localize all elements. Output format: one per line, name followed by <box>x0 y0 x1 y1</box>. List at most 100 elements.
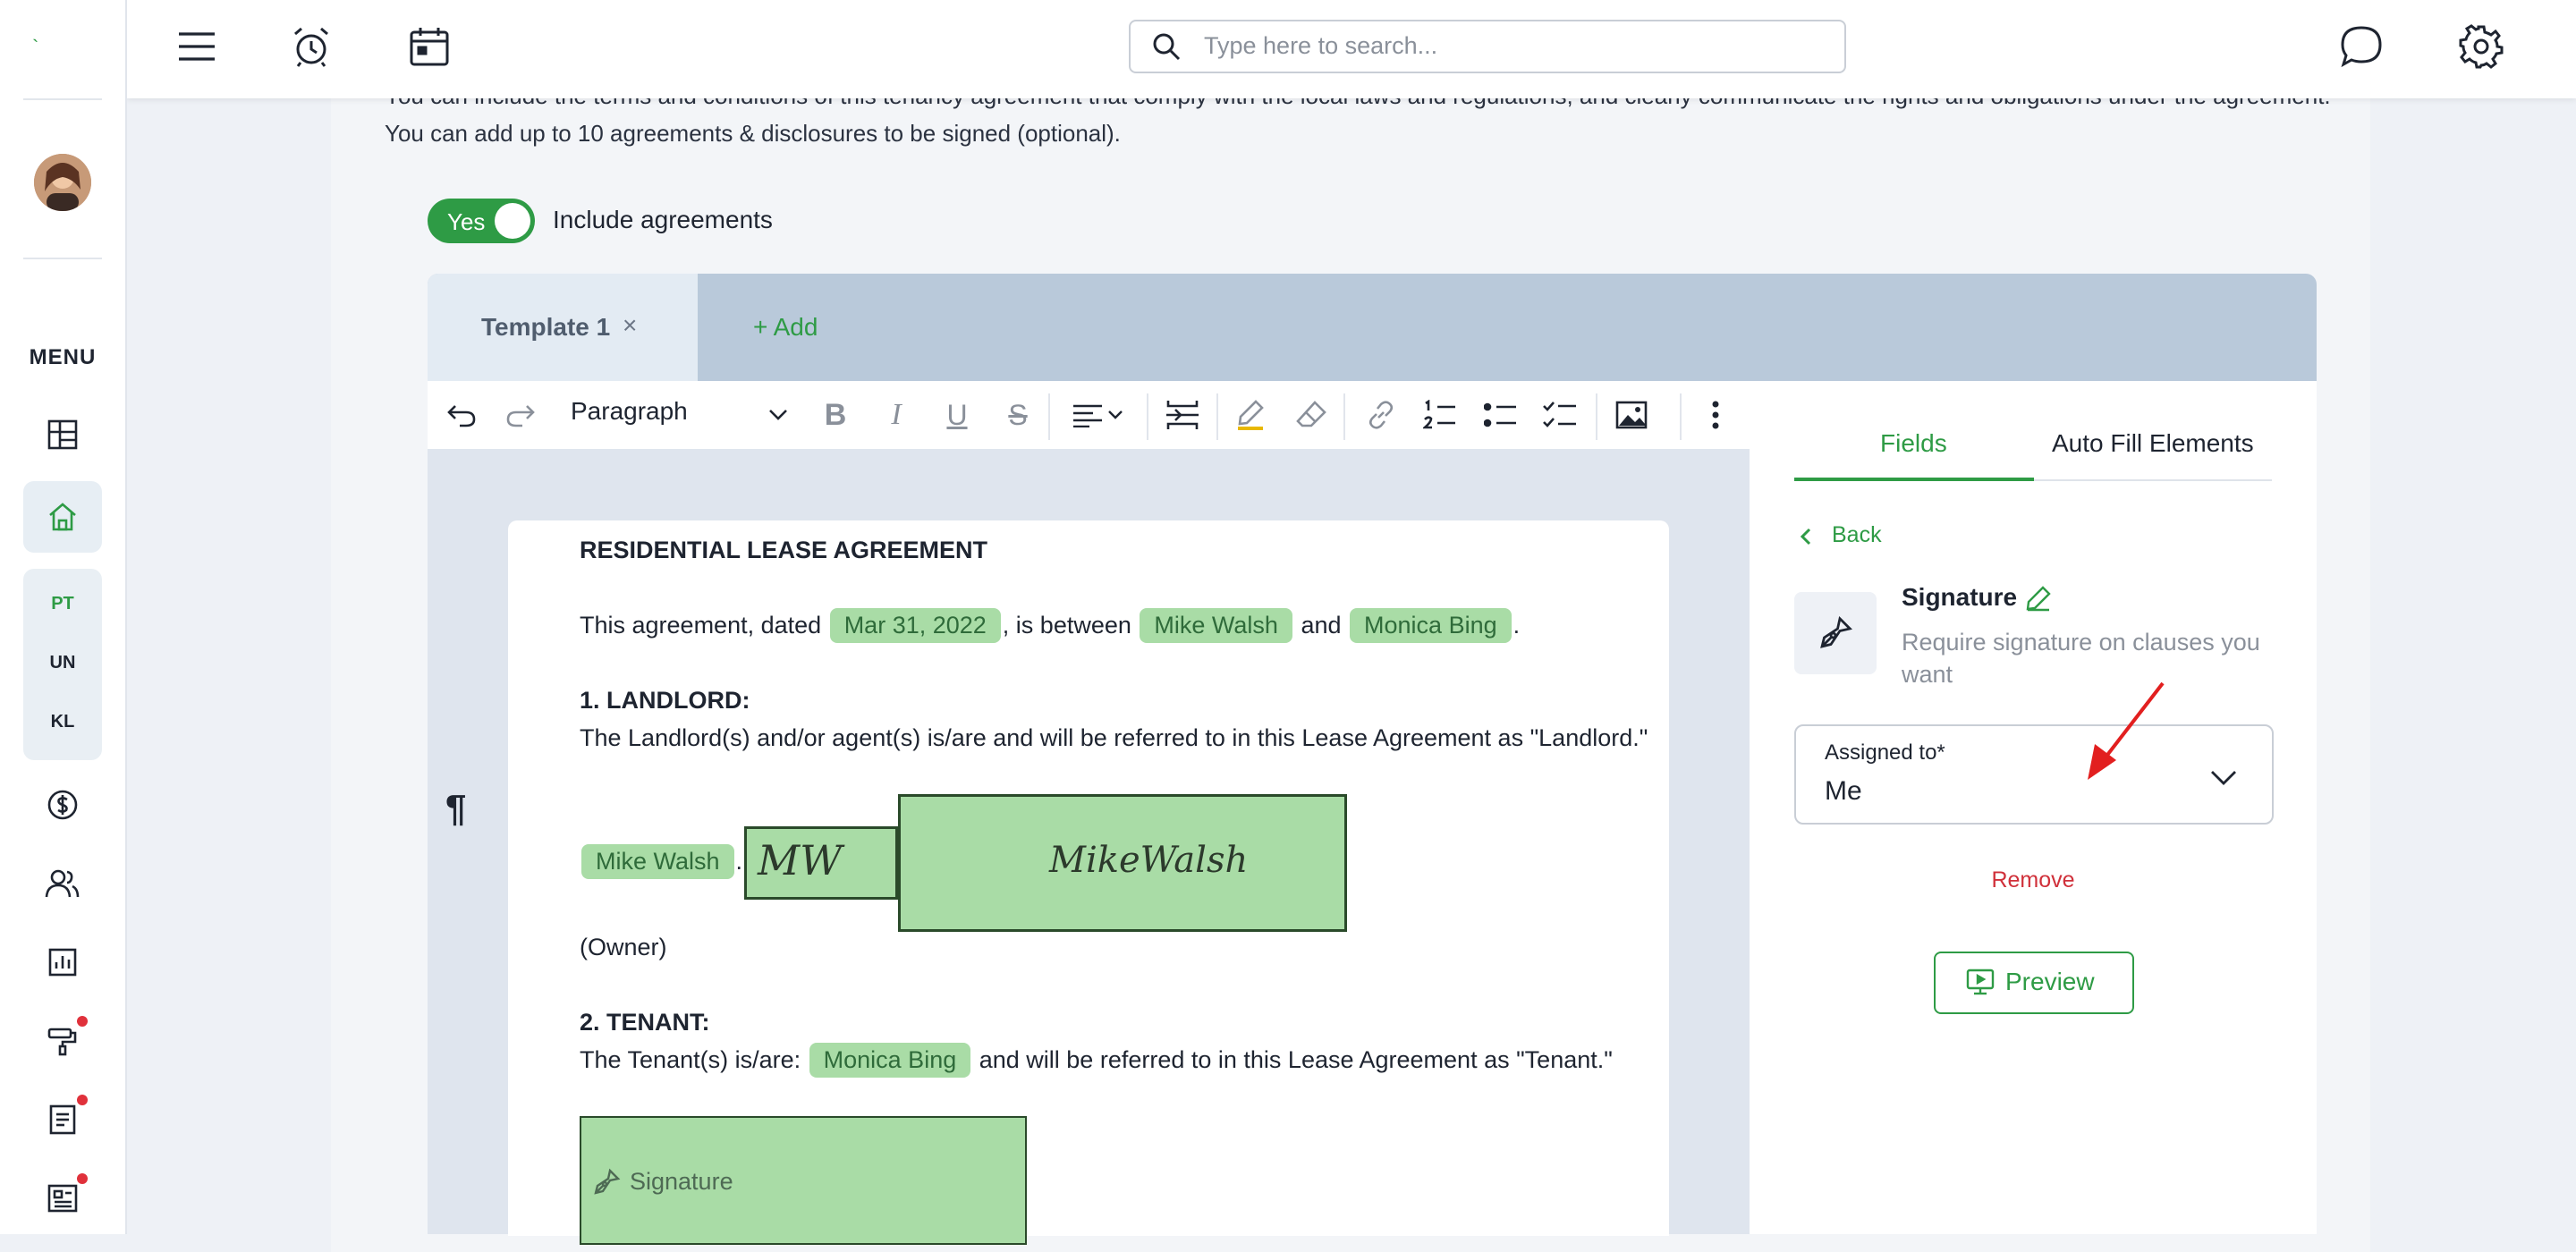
property-item-pt[interactable]: PT <box>23 594 102 614</box>
divider <box>23 98 102 100</box>
template-tabs-bar <box>428 274 2317 381</box>
assigned-to-select[interactable] <box>1794 724 2274 825</box>
numbered-list-icon[interactable] <box>1417 392 1463 438</box>
initials-field[interactable]: MW <box>744 826 898 900</box>
toggle-value: Yes <box>447 208 486 235</box>
back-link[interactable]: Back <box>1800 522 1882 548</box>
divider <box>1147 393 1148 440</box>
toggle-knob <box>495 203 530 239</box>
preview-label: Preview <box>2005 968 2095 995</box>
agreement-line: This agreement, dated Mar 31, 2022, is b… <box>580 608 1520 643</box>
users-icon[interactable] <box>41 862 84 905</box>
tenant-line: The Tenant(s) is/are: Monica Bing and wi… <box>580 1043 1613 1078</box>
paragraph-style-select[interactable]: Paragraph <box>571 397 688 426</box>
link-icon[interactable] <box>1358 392 1404 438</box>
edit-icon[interactable] <box>2025 585 2052 612</box>
landlord-text: The Landlord(s) and/or agent(s) is/are a… <box>580 724 1648 751</box>
assigned-to-value: Me <box>1825 776 1862 806</box>
notification-dot <box>77 1095 88 1105</box>
include-agreements-toggle[interactable]: Yes <box>428 199 535 243</box>
property-item-kl[interactable]: KL <box>23 712 102 732</box>
top-bar <box>127 0 2576 98</box>
maintenance-icon[interactable] <box>41 1019 84 1062</box>
divider <box>1343 393 1345 440</box>
calendar-icon[interactable] <box>404 21 454 72</box>
owner-name-chip[interactable]: Mike Walsh <box>581 844 734 879</box>
search-bar[interactable] <box>1129 20 1846 73</box>
alarm-clock-icon[interactable] <box>286 21 336 72</box>
text: and will be referred to in this Lease Ag… <box>979 1046 1613 1073</box>
document-icon[interactable] <box>41 1098 84 1141</box>
text: . <box>1513 612 1521 639</box>
checklist-icon[interactable] <box>1537 392 1583 438</box>
italic-icon[interactable]: I <box>873 392 919 438</box>
signature-script: MikeWalsh <box>1049 840 1249 881</box>
search-input[interactable] <box>1202 27 1823 64</box>
menu-label: MENU <box>29 345 97 369</box>
pilcrow-icon[interactable]: ¶ <box>445 787 466 830</box>
tab-auto-fill-elements[interactable]: Auto Fill Elements <box>2052 429 2254 458</box>
initials-script: MW <box>758 836 843 884</box>
image-icon[interactable] <box>1608 392 1655 438</box>
divider <box>1680 393 1682 440</box>
settings-gear-icon[interactable] <box>2456 21 2506 72</box>
remove-button[interactable]: Remove <box>1794 867 2272 893</box>
more-options-icon[interactable] <box>1692 392 1739 438</box>
property-item-un[interactable]: UN <box>23 653 102 673</box>
search-icon <box>1153 33 1181 61</box>
dashboard-icon[interactable] <box>41 413 84 456</box>
underline-icon[interactable]: U <box>934 392 980 438</box>
chat-icon[interactable] <box>2336 21 2386 72</box>
divider <box>1216 393 1218 440</box>
signature-field[interactable]: MikeWalsh <box>898 794 1347 932</box>
bold-icon[interactable]: B <box>812 392 859 438</box>
pen-icon <box>1820 616 1852 648</box>
divider <box>1596 393 1597 440</box>
tenant-signature-field[interactable]: Signature <box>580 1116 1027 1245</box>
chevron-down-icon[interactable] <box>1102 392 1129 438</box>
eraser-icon[interactable] <box>1288 392 1335 438</box>
sidebar: ` MENU PT UN KL <box>0 0 127 1234</box>
tenant-chip[interactable]: Monica Bing <box>1350 608 1512 643</box>
text: , is between <box>1002 612 1131 639</box>
text: This agreement, dated <box>580 612 822 639</box>
text: The Tenant(s) is/are: <box>580 1046 801 1073</box>
landlord-chip[interactable]: Mike Walsh <box>1140 608 1292 643</box>
signature-field-label: Signature <box>630 1168 733 1195</box>
assigned-to-label: Assigned to* <box>1825 740 1945 765</box>
preview-icon <box>1966 969 1995 995</box>
include-agreements-label: Include agreements <box>553 206 773 233</box>
dollar-icon[interactable] <box>41 783 84 826</box>
chevron-down-icon[interactable] <box>755 392 801 438</box>
tenant-name-chip[interactable]: Monica Bing <box>809 1043 971 1078</box>
document-title: RESIDENTIAL LEASE AGREEMENT <box>580 537 988 563</box>
report-icon[interactable] <box>41 941 84 984</box>
landlord-heading: 1. LANDLORD: <box>580 687 750 714</box>
active-tab-indicator <box>1794 478 2034 481</box>
redo-icon[interactable] <box>497 392 544 438</box>
signature-field-icon <box>1794 592 1877 674</box>
listing-icon[interactable] <box>41 1177 84 1220</box>
chevron-down-icon[interactable] <box>2209 769 2238 787</box>
highlight-icon[interactable] <box>1227 392 1274 438</box>
tab-template-1-label[interactable]: Template 1 <box>481 313 610 342</box>
hamburger-menu-icon[interactable] <box>172 21 222 72</box>
logo: ` <box>32 36 39 58</box>
undo-icon[interactable] <box>438 392 485 438</box>
strikethrough-icon[interactable]: S <box>995 392 1041 438</box>
date-chip[interactable]: Mar 31, 2022 <box>829 608 1001 643</box>
add-template-button[interactable]: + Add <box>753 313 818 342</box>
owner-line: Mike Walsh. <box>580 844 742 879</box>
text: and <box>1301 612 1342 639</box>
field-title: Signature <box>1902 583 2018 611</box>
divider <box>23 258 102 259</box>
bullet-list-icon[interactable] <box>1478 392 1524 438</box>
divider <box>2034 479 2272 481</box>
avatar[interactable] <box>34 154 91 211</box>
tab-close-icon[interactable]: × <box>623 311 637 340</box>
notification-dot <box>77 1173 88 1184</box>
page-break-icon[interactable] <box>1159 392 1206 438</box>
home-icon[interactable] <box>41 495 84 538</box>
tab-fields[interactable]: Fields <box>1880 429 1947 458</box>
annotation-arrow-icon <box>2088 681 2165 780</box>
